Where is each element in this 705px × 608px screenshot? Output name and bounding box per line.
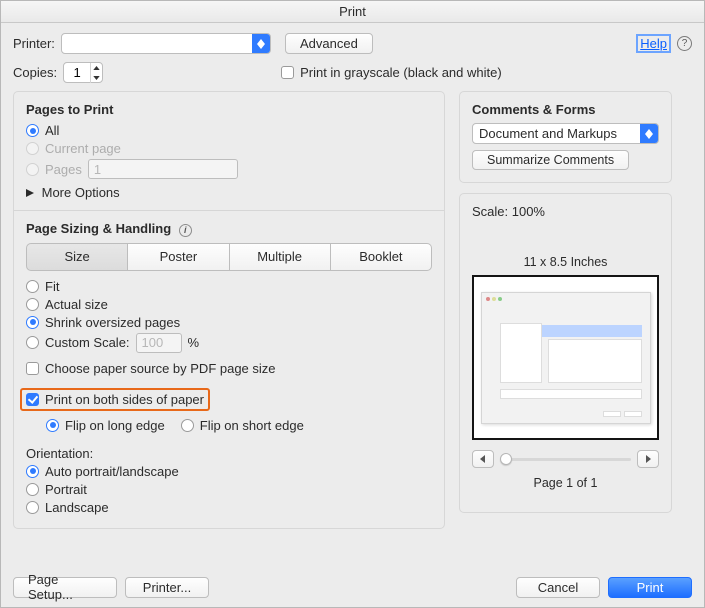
printer-settings-button[interactable]: Printer...: [125, 577, 209, 598]
disclosure-triangle-icon[interactable]: [26, 185, 34, 200]
preview-panel: Scale: 100% 11 x 8.5 Inches: [459, 193, 672, 513]
dialog-footer: Page Setup... Printer... Cancel Print: [1, 567, 704, 607]
grayscale-label: Print in grayscale (black and white): [300, 65, 502, 80]
pages-heading: Pages to Print: [26, 102, 432, 117]
custom-scale-input: [136, 333, 182, 353]
preview-frame: [472, 275, 659, 440]
both-sides-checkbox[interactable]: Print on both sides of paper: [26, 392, 204, 407]
printer-label: Printer:: [13, 36, 55, 51]
grayscale-checkbox[interactable]: Print in grayscale (black and white): [281, 65, 502, 80]
preview-page-thumbnail: [481, 292, 651, 424]
seg-booklet[interactable]: Booklet: [331, 243, 432, 271]
prev-page-button[interactable]: [472, 450, 494, 468]
shrink-radio[interactable]: Shrink oversized pages: [26, 315, 432, 330]
window-title: Print: [1, 1, 704, 23]
orientation-portrait-radio[interactable]: Portrait: [26, 482, 432, 497]
help-link[interactable]: Help: [636, 34, 671, 53]
custom-scale-radio[interactable]: Custom Scale: %: [26, 333, 432, 353]
pages-current-radio: Current page: [26, 141, 432, 156]
fit-radio[interactable]: Fit: [26, 279, 432, 294]
help-icon[interactable]: ?: [677, 36, 692, 51]
page-setup-button[interactable]: Page Setup...: [13, 577, 117, 598]
actual-size-radio[interactable]: Actual size: [26, 297, 432, 312]
pages-all-radio[interactable]: All: [26, 123, 432, 138]
summarize-comments-button[interactable]: Summarize Comments: [472, 150, 629, 170]
copies-label: Copies:: [13, 65, 57, 80]
page-readout: Page 1 of 1: [472, 476, 659, 490]
orientation-auto-radio[interactable]: Auto portrait/landscape: [26, 464, 432, 479]
pages-to-print-panel: Pages to Print All Current page Pages Mo…: [13, 91, 445, 529]
orientation-landscape-radio[interactable]: Landscape: [26, 500, 432, 515]
cancel-button[interactable]: Cancel: [516, 577, 600, 598]
seg-size[interactable]: Size: [26, 243, 128, 271]
stepper-down-icon[interactable]: [91, 73, 102, 83]
chevron-updown-icon: [252, 34, 270, 53]
printer-select[interactable]: [61, 33, 271, 54]
stepper-up-icon[interactable]: [91, 63, 102, 73]
seg-multiple[interactable]: Multiple: [230, 243, 331, 271]
paper-size-label: 11 x 8.5 Inches: [472, 255, 659, 269]
highlight-annotation: Print on both sides of paper: [20, 388, 210, 411]
pages-range-radio: Pages: [26, 159, 432, 179]
flip-short-radio[interactable]: Flip on short edge: [181, 418, 304, 433]
scale-readout: Scale: 100%: [472, 204, 659, 219]
seg-poster[interactable]: Poster: [128, 243, 229, 271]
more-options-toggle[interactable]: More Options: [42, 185, 120, 200]
orientation-label: Orientation:: [26, 446, 432, 461]
page-slider[interactable]: [500, 458, 631, 461]
copies-input[interactable]: [64, 64, 90, 81]
copies-stepper[interactable]: [63, 62, 103, 83]
comments-heading: Comments & Forms: [472, 102, 659, 117]
comments-forms-panel: Comments & Forms Document and Markups Su…: [459, 91, 672, 183]
next-page-button[interactable]: [637, 450, 659, 468]
chevron-updown-icon: [640, 124, 658, 143]
flip-long-radio[interactable]: Flip on long edge: [46, 418, 165, 433]
pdf-paper-source-checkbox[interactable]: Choose paper source by PDF page size: [26, 361, 432, 376]
pages-range-input: [88, 159, 238, 179]
sizing-heading: Page Sizing & Handling i: [26, 221, 432, 237]
print-button[interactable]: Print: [608, 577, 692, 598]
slider-thumb[interactable]: [500, 453, 512, 465]
comments-select[interactable]: Document and Markups: [472, 123, 659, 144]
advanced-button[interactable]: Advanced: [285, 33, 373, 54]
print-dialog: Print Printer: Advanced Help ? Copies:: [0, 0, 705, 608]
sizing-segmented-control[interactable]: Size Poster Multiple Booklet: [26, 243, 432, 271]
info-icon[interactable]: i: [179, 224, 192, 237]
